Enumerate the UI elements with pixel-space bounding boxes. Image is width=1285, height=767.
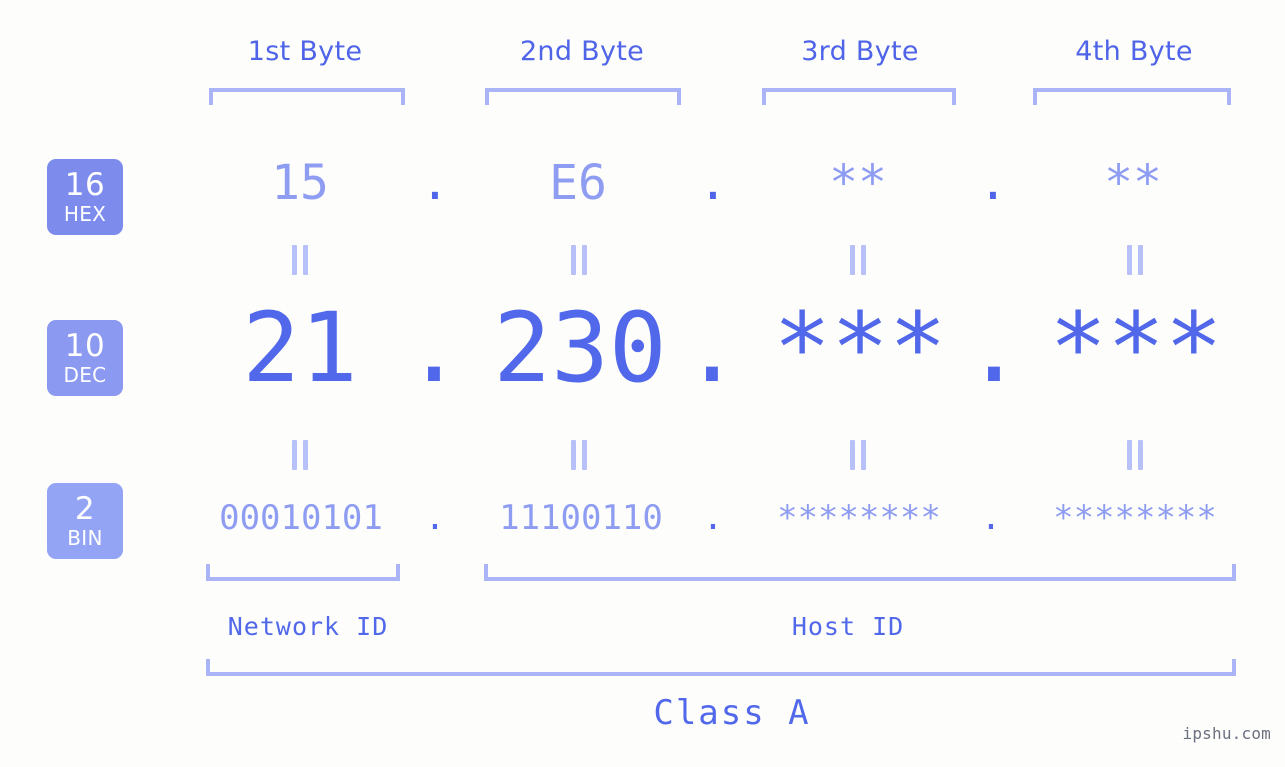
equals-connector-dec-bin-4 <box>1122 440 1148 470</box>
equals-connector-hex-dec-4 <box>1122 245 1148 275</box>
bin-byte-4: ******** <box>1053 498 1217 538</box>
base-badge-dec-number: 10 <box>64 327 106 364</box>
network-id-label: Network ID <box>227 612 389 641</box>
class-bracket <box>206 659 1236 676</box>
equals-connector-dec-bin-1 <box>287 440 313 470</box>
base-badge-dec-name: DEC <box>63 362 107 387</box>
byte-bracket-top-3 <box>762 88 956 105</box>
class-label: Class A <box>653 693 811 733</box>
hex-byte-2: E6 <box>549 155 607 211</box>
bin-separator-2: . <box>702 498 724 538</box>
bin-separator-3: . <box>980 498 1002 538</box>
base-badge-hex-number: 16 <box>64 166 106 203</box>
site-watermark: ipshu.com <box>1182 724 1271 743</box>
bin-separator-1: . <box>424 498 446 538</box>
hex-separator-1: . <box>420 155 450 211</box>
host-id-label: Host ID <box>791 612 905 641</box>
host-id-bracket <box>484 564 1236 581</box>
base-badge-hex-name: HEX <box>63 201 107 226</box>
dec-byte-4: *** <box>1049 292 1223 404</box>
bin-byte-1: 00010101 <box>219 498 383 538</box>
byte-header-4: 4th Byte <box>1075 36 1193 67</box>
base-badge-bin-number: 2 <box>74 490 96 527</box>
dec-byte-1: 21 <box>242 292 358 404</box>
dec-byte-3: *** <box>773 292 947 404</box>
byte-header-1: 1st Byte <box>247 36 363 67</box>
base-badge-bin: 2 BIN <box>47 483 123 559</box>
hex-byte-3: ** <box>829 155 887 211</box>
hex-byte-1: 15 <box>271 155 329 211</box>
hex-separator-3: . <box>978 155 1008 211</box>
dec-byte-2: 230 <box>493 292 667 404</box>
base-badge-dec: 10 DEC <box>47 320 123 396</box>
bin-byte-3: ******** <box>777 498 941 538</box>
byte-header-2: 2nd Byte <box>519 36 645 67</box>
equals-connector-hex-dec-3 <box>845 245 871 275</box>
ip-byte-breakdown-diagram: 1st Byte 2nd Byte 3rd Byte 4th Byte 16 H… <box>0 0 1285 767</box>
byte-bracket-top-2 <box>485 88 681 105</box>
byte-bracket-top-4 <box>1033 88 1231 105</box>
byte-header-3: 3rd Byte <box>801 36 919 67</box>
bin-byte-2: 11100110 <box>499 498 663 538</box>
equals-connector-dec-bin-3 <box>845 440 871 470</box>
equals-connector-dec-bin-2 <box>566 440 592 470</box>
base-badge-hex: 16 HEX <box>47 159 123 235</box>
equals-connector-hex-dec-2 <box>566 245 592 275</box>
hex-byte-4: ** <box>1104 155 1162 211</box>
base-badge-bin-name: BIN <box>67 525 103 550</box>
byte-bracket-top-1 <box>209 88 405 105</box>
network-id-bracket <box>206 564 400 581</box>
hex-separator-2: . <box>698 155 728 211</box>
equals-connector-hex-dec-1 <box>287 245 313 275</box>
